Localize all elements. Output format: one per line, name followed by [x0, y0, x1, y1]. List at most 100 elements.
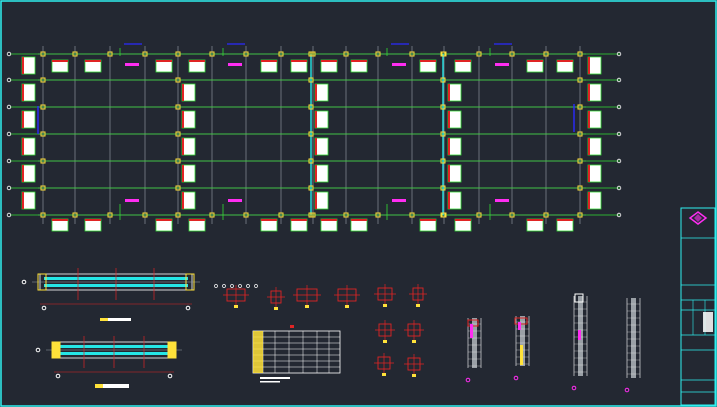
window-block: [587, 56, 602, 75]
table-index-column: [253, 331, 263, 373]
drawing-sheet: [0, 0, 717, 407]
window-sill: [261, 60, 277, 62]
window-sill: [448, 192, 450, 209]
window-sill: [22, 57, 24, 74]
window-sill: [22, 165, 24, 182]
window-sill: [315, 192, 317, 209]
window-sill: [588, 138, 590, 155]
window-block: [21, 56, 36, 75]
window-sill: [85, 60, 101, 62]
window-sill: [156, 60, 172, 62]
window-block: [188, 218, 206, 232]
window-block: [314, 83, 329, 102]
detail-tag: [234, 305, 238, 308]
window-sill: [455, 60, 471, 62]
window-block: [556, 59, 574, 73]
magenta-marker: [125, 199, 139, 202]
magenta-marker: [495, 199, 509, 202]
window-sill: [420, 60, 436, 62]
detail-tag: [412, 340, 416, 343]
window-block: [188, 59, 206, 73]
window-sill: [588, 165, 590, 182]
window-sill: [588, 57, 590, 74]
window-block: [447, 164, 462, 183]
window-sill: [85, 219, 101, 221]
window-sill: [557, 60, 573, 62]
wall-detail-accent: [470, 324, 473, 338]
window-block: [320, 59, 338, 73]
window-sill: [588, 84, 590, 101]
window-sill: [588, 192, 590, 209]
window-block: [447, 137, 462, 156]
window-block: [314, 164, 329, 183]
section-title-tag: [95, 384, 103, 388]
window-block: [155, 59, 173, 73]
window-block: [181, 164, 196, 183]
window-sill: [52, 60, 68, 62]
window-sill: [291, 60, 307, 62]
section-title-tag: [100, 318, 108, 321]
window-block: [21, 110, 36, 129]
window-sill: [22, 192, 24, 209]
window-block: [51, 59, 69, 73]
window-block: [350, 218, 368, 232]
window-block: [290, 218, 308, 232]
window-block: [419, 59, 437, 73]
window-block: [587, 164, 602, 183]
window-sill: [321, 219, 337, 221]
window-sill: [321, 60, 337, 62]
detail-tag: [345, 305, 349, 308]
window-sill: [420, 219, 436, 221]
detail-tag: [383, 304, 387, 307]
window-block: [181, 191, 196, 210]
detail-tag: [382, 373, 386, 376]
window-block: [260, 59, 278, 73]
window-sill: [52, 219, 68, 221]
magenta-marker: [392, 63, 406, 66]
window-sill: [448, 165, 450, 182]
window-block: [320, 218, 338, 232]
window-block: [447, 110, 462, 129]
title-block-stamp: [703, 312, 713, 332]
window-block: [419, 218, 437, 232]
window-block: [290, 59, 308, 73]
window-block: [181, 137, 196, 156]
window-sill: [448, 138, 450, 155]
window-block: [314, 191, 329, 210]
window-block: [21, 191, 36, 210]
table-caption: [260, 377, 290, 379]
detail-tag: [274, 307, 278, 310]
window-block: [447, 83, 462, 102]
window-sill: [527, 60, 543, 62]
window-block: [21, 164, 36, 183]
detail-tag: [412, 374, 416, 377]
window-block: [84, 59, 102, 73]
window-block: [587, 110, 602, 129]
window-sill: [448, 111, 450, 128]
detail-tag: [305, 305, 309, 308]
magenta-marker: [495, 63, 509, 66]
window-block: [155, 218, 173, 232]
window-block: [84, 218, 102, 232]
window-block: [314, 137, 329, 156]
window-sill: [351, 219, 367, 221]
window-block: [556, 218, 574, 232]
window-sill: [182, 111, 184, 128]
window-block: [587, 137, 602, 156]
window-block: [21, 83, 36, 102]
window-sill: [291, 219, 307, 221]
window-block: [587, 83, 602, 102]
window-sill: [189, 60, 205, 62]
window-block: [51, 218, 69, 232]
window-block: [587, 191, 602, 210]
cad-drawing-canvas: [0, 0, 717, 407]
window-block: [454, 218, 472, 232]
window-sill: [189, 219, 205, 221]
table-marker: [290, 325, 294, 328]
window-sill: [351, 60, 367, 62]
table-caption: [260, 381, 280, 383]
window-sill: [527, 219, 543, 221]
wall-detail-accent: [520, 345, 523, 365]
magenta-marker: [228, 199, 242, 202]
window-block: [181, 83, 196, 102]
